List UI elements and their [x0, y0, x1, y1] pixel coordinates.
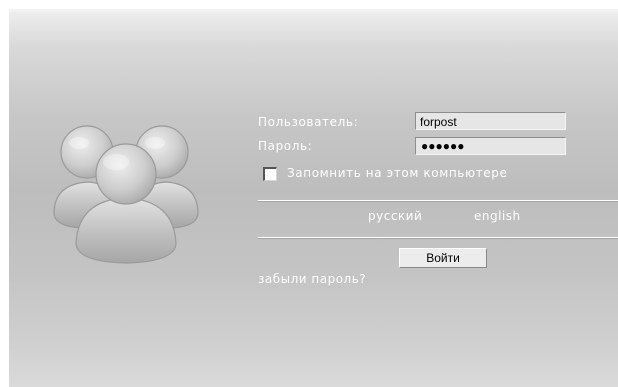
password-label: Пароль:	[258, 139, 313, 153]
remember-label: Запомнить на этом компьютере	[287, 166, 508, 180]
login-button[interactable]: Войти	[399, 248, 487, 268]
password-masked-value: ●●●●●●	[421, 139, 465, 153]
divider-bottom	[258, 237, 618, 239]
username-label: Пользователь:	[258, 115, 359, 129]
remember-checkbox[interactable]	[263, 167, 277, 181]
username-field[interactable]	[415, 112, 566, 130]
users-group-icon	[53, 125, 199, 264]
language-english-link[interactable]: english	[474, 209, 521, 223]
divider-top	[258, 200, 618, 202]
password-field[interactable]: ●●●●●●	[415, 137, 566, 155]
forgot-password-link[interactable]: забыли пароль?	[258, 272, 366, 286]
language-russian-link[interactable]: русский	[368, 209, 422, 223]
